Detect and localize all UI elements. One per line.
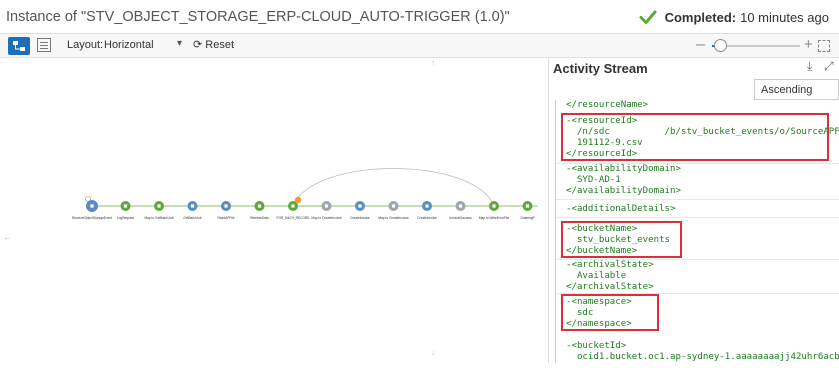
flow-node-icon — [358, 204, 362, 208]
zoom-slider-thumb[interactable] — [714, 39, 728, 52]
flow-node-icon — [391, 204, 396, 208]
highlight-box-namespace — [561, 294, 659, 331]
chevron-down-icon[interactable]: ▾ — [177, 38, 182, 49]
flow-node-label: RetrieveData — [250, 216, 269, 220]
xml-line: </resourceName> — [566, 100, 649, 110]
reset-label: Reset — [205, 39, 235, 51]
loop-connector — [292, 168, 495, 207]
expand-icon[interactable]: ⤢ — [824, 59, 834, 74]
flow-node-label: Map to GetBatchJob — [144, 216, 173, 220]
flow-node-icon — [525, 204, 530, 208]
sort-order-select[interactable]: Ascending — [754, 79, 839, 100]
instance-title: Instance of "STV_OBJECT_STORAGE_ERP-CLOU… — [6, 9, 510, 25]
xml-line: -<bucketId> — [566, 341, 627, 351]
flow-node-icon — [324, 204, 329, 208]
xml-line: Available — [566, 271, 627, 281]
flow-node-label: InvoiceSuccess — [449, 216, 472, 220]
zoom-out-button[interactable]: – — [696, 36, 705, 54]
flow-node-label: Map to WriteErrorFile — [479, 216, 509, 220]
check-icon — [639, 10, 657, 24]
flow-node-icon — [291, 204, 295, 208]
completion-status: Completed: 10 minutes ago — [639, 8, 829, 26]
flow-node-icon — [492, 204, 496, 208]
xml-line: -<additionalDetails> — [566, 204, 676, 214]
list-view-button[interactable] — [37, 38, 51, 52]
activity-stream-panel: Activity Stream ⤓ ⤢ Ascending </resource… — [549, 58, 839, 363]
xml-line: -<archivalState> — [566, 260, 654, 270]
flow-node-label: GetBatchJob — [183, 216, 202, 220]
flow-diagram: ReceiveObjectStorageEvent LogRequest Map t… — [72, 168, 538, 220]
flow-node-label: ReceiveObjectStorageEvent — [72, 216, 112, 220]
flow-node-label: ReadAPFile — [217, 216, 234, 220]
flow-node-icon — [425, 204, 429, 208]
flow-node-label: CreateInvoice — [417, 216, 437, 220]
scroll-down-icon[interactable]: ↓ — [431, 348, 435, 357]
highlight-box-bucket-name — [561, 221, 682, 258]
instance-header: Instance of "STV_OBJECT_STORAGE_ERP-CLOU… — [0, 0, 839, 34]
layout-label: Layout: — [67, 39, 104, 51]
flow-node-label: Map to CreateInvoice — [311, 216, 342, 220]
xml-line: -<availabilityDomain> — [566, 164, 681, 174]
divider — [556, 217, 839, 218]
divider — [556, 199, 839, 200]
download-icon[interactable]: ⤓ — [807, 59, 812, 74]
activity-stream-title: Activity Stream — [553, 61, 648, 76]
diagram-icon — [13, 41, 25, 51]
reset-button[interactable]: ⟳ Reset — [193, 38, 234, 51]
highlight-box-resource-id — [561, 113, 829, 161]
flow-node-icon — [257, 204, 262, 208]
trigger-icon — [85, 196, 91, 202]
xml-line: </archivalState> — [566, 282, 654, 292]
flow-node-label: LogRequest — [117, 216, 134, 220]
scroll-up-icon[interactable]: ↑ — [431, 58, 435, 67]
xml-line: </availabilityDomain> — [566, 186, 681, 196]
scroll-left-icon[interactable]: ← — [3, 232, 12, 242]
status-time: 10 minutes ago — [740, 9, 829, 25]
fit-to-screen-icon[interactable] — [818, 40, 830, 52]
status-label: Completed: — [664, 9, 737, 25]
flow-node-icon — [224, 204, 228, 208]
flow-node-label: FOR_EACH_RECORD — [277, 216, 311, 220]
xml-line: SYD-AD-1 — [566, 175, 621, 185]
warning-badge-icon — [294, 196, 302, 204]
integration-flow-canvas[interactable]: ReceiveObjectStorageEvent LogRequest Map t… — [0, 58, 548, 363]
flow-node-icon — [123, 204, 128, 208]
layout-select[interactable]: Horizontal — [104, 39, 154, 51]
flow-node-label: CreateInvoice — [350, 216, 370, 220]
flow-node-icon — [458, 204, 463, 208]
zoom-in-button[interactable]: + — [804, 36, 813, 53]
flow-node-label: Map to CreateInvoice — [378, 216, 409, 220]
xml-line: ocid1.bucket.oc1.ap-sydney-1.aaaaaaaajj4… — [566, 352, 839, 362]
flow-node-icon — [190, 204, 195, 208]
flow-node-label: OrderingP — [520, 216, 535, 220]
activity-stream-content[interactable]: </resourceName> -<resourceId> /n/sdc /b/… — [555, 100, 839, 363]
refresh-icon: ⟳ — [193, 39, 203, 51]
flow-node-icon — [157, 204, 161, 208]
flow-node-icon — [90, 204, 94, 208]
diagram-toolbar: Layout: Horizontal ▾ ⟳ Reset – + — [0, 34, 839, 58]
diagram-view-button[interactable] — [8, 37, 30, 55]
